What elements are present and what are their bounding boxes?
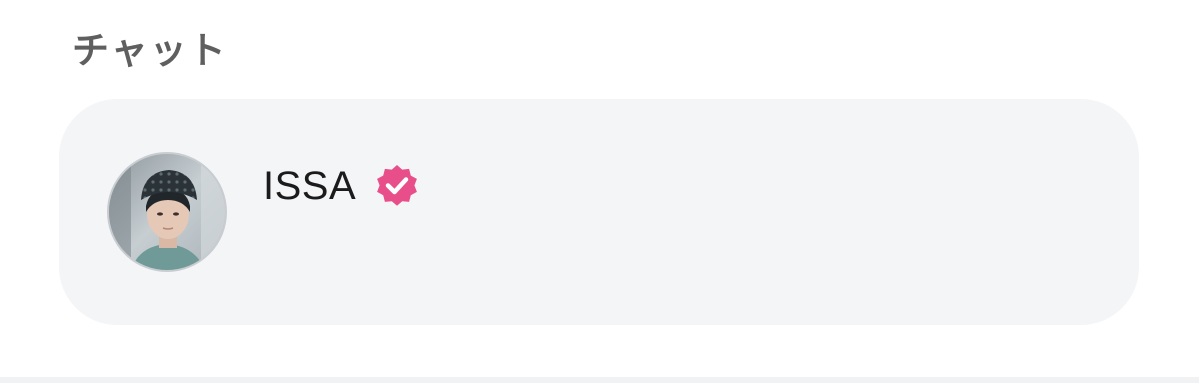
avatar[interactable] — [107, 152, 227, 272]
chat-name-row: ISSA — [263, 161, 420, 211]
chat-name: ISSA — [263, 164, 357, 208]
verified-badge-icon — [377, 165, 418, 206]
avatar-photo — [109, 154, 225, 270]
bottom-divider — [0, 377, 1199, 383]
chat-list-item[interactable]: ISSA — [59, 99, 1139, 325]
section-title: チャット — [72, 29, 228, 72]
